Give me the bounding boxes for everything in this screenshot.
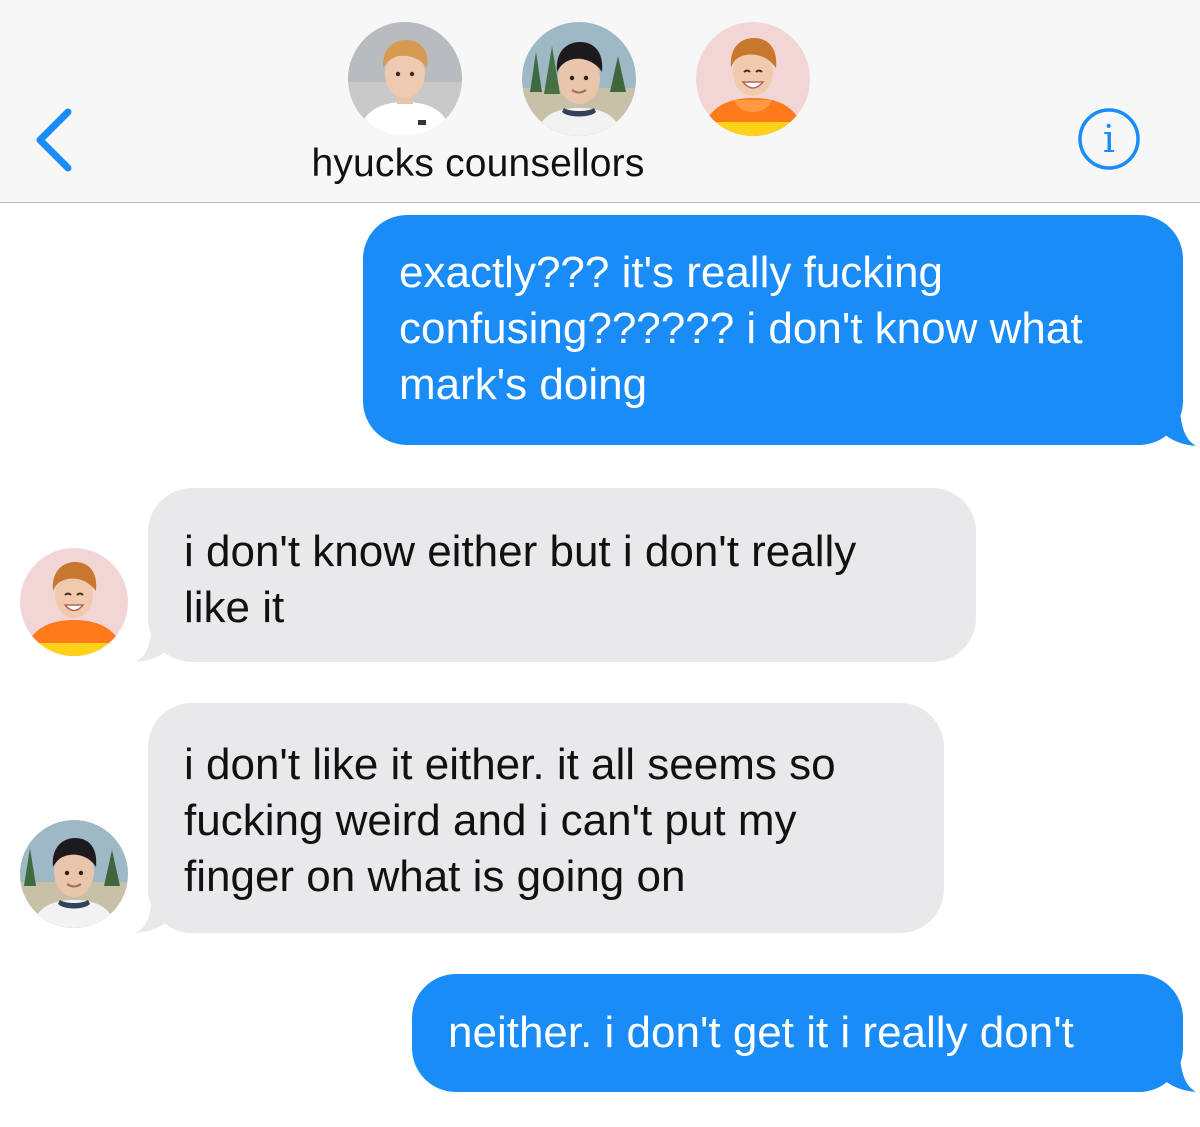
sent-bubble-tail (1150, 412, 1196, 446)
person-photo-icon (20, 820, 128, 928)
person-photo-icon (20, 548, 128, 656)
person-photo-icon (696, 22, 810, 136)
sent-bubble-tail (1150, 1058, 1196, 1092)
received-bubble-tail (136, 628, 182, 662)
chevron-left-icon (36, 108, 72, 172)
sent-message-bubble[interactable]: exactly??? it's really fucking confusing… (363, 215, 1183, 445)
message-text-line: i don't like it either. it all seems so (184, 740, 836, 789)
sent-message-bubble[interactable]: neither. i don't get it i really don't (412, 974, 1183, 1092)
message-text-line: mark's doing (399, 360, 648, 409)
participant-avatar-1[interactable] (348, 22, 462, 136)
conversation-header: hyucks counsellors i (0, 0, 1200, 203)
participant-avatar-3[interactable] (696, 22, 810, 136)
back-button[interactable] (28, 100, 88, 180)
message-text-line: finger on what is going on (184, 852, 686, 901)
beach-avatar[interactable] (20, 820, 128, 928)
received-message-bubble[interactable]: i don't like it either. it all seems so … (148, 703, 944, 933)
participant-avatar-2[interactable] (522, 22, 636, 136)
message-text-line: exactly??? it's really fucking (399, 248, 943, 297)
person-photo-icon (348, 22, 462, 136)
message-text-line: confusing?????? i don't know what (399, 304, 1083, 353)
message-text-line: like it (184, 583, 285, 632)
person-photo-icon (522, 22, 636, 136)
group-name[interactable]: hyucks counsellors (278, 142, 678, 186)
orange-hoodie-avatar[interactable] (20, 548, 128, 656)
message-text-line: neither. i don't get it i really don't (448, 1008, 1074, 1057)
received-bubble-tail (136, 899, 182, 933)
info-icon: i (1078, 108, 1140, 170)
message-text-line: fucking weird and i can't put my (184, 796, 797, 845)
imessage-group-chat: hyucks counsellors i exactly??? it's rea… (0, 0, 1200, 1127)
received-message-bubble[interactable]: i don't know either but i don't really l… (148, 488, 976, 662)
svg-text:i: i (1103, 117, 1115, 161)
info-button[interactable]: i (1077, 107, 1141, 171)
message-text-line: i don't know either but i don't really (184, 527, 857, 576)
